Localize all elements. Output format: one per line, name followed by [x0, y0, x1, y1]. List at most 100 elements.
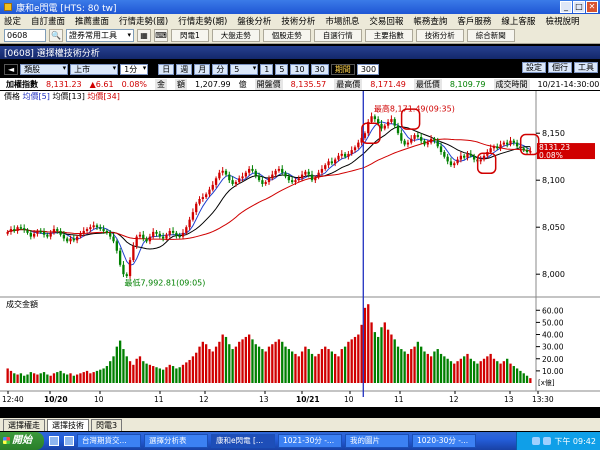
task-1020[interactable]: 1020-30分 -... [412, 434, 476, 448]
range-value-input[interactable]: 300 [356, 63, 379, 75]
candle-body [171, 230, 175, 233]
category-select[interactable]: 類股 [20, 63, 69, 75]
chart-area[interactable]: 8,150 8,100 8,050 8,000 60.00 50.00 40.00 30.00… [0, 91, 600, 407]
unit-week-button[interactable]: 週 [176, 63, 193, 75]
quicklaunch-icon[interactable] [49, 436, 59, 446]
right-buttons: 設定 個行 工具 [522, 62, 598, 73]
shortcut-button-5[interactable]: 技術分析 [415, 28, 464, 42]
candle-body [238, 178, 241, 183]
shortcut-button-2[interactable]: 個股走勢 [262, 28, 311, 42]
menu-item-10[interactable]: 客戶服務 [457, 15, 491, 27]
volume-bar [383, 322, 386, 383]
candle-body [204, 194, 208, 198]
task-pictures[interactable]: 我的圖片 [345, 434, 409, 448]
volume-bar [380, 327, 383, 383]
menu-item-9[interactable]: 帳務查詢 [413, 15, 447, 27]
candle-body [489, 148, 492, 152]
volume-bar [9, 370, 13, 383]
tab-options-trend[interactable]: 選擇權走 [3, 419, 45, 431]
volume-bar [499, 363, 502, 383]
menu-item-12[interactable]: 檢視說明 [545, 15, 579, 27]
range-10-button[interactable]: 10 [290, 63, 309, 75]
tab-options-tech[interactable]: 選擇技術 [47, 419, 89, 431]
task-app[interactable]: 康和e閃電 [... [211, 434, 275, 448]
volume-bar [79, 373, 82, 383]
volume-bar [118, 340, 122, 383]
volume-bar [66, 374, 69, 383]
task-futures[interactable]: 台灣期貨交... [77, 434, 141, 448]
volume-bar [486, 356, 489, 383]
candle-body [254, 170, 257, 176]
volume-bar [423, 351, 426, 383]
candle-body [304, 171, 307, 175]
close-button[interactable]: ✕ [586, 1, 598, 13]
volume-bar [456, 361, 459, 383]
tools-button[interactable]: 工具 [574, 62, 598, 73]
start-button[interactable]: 開始 [0, 432, 44, 450]
tab-flash3[interactable]: 閃電3 [91, 419, 123, 431]
shortcut-button-0[interactable]: 閃電1 [171, 28, 209, 42]
volume-bar [406, 353, 410, 383]
grid-icon[interactable]: ▦ [137, 28, 151, 42]
volume-bar [420, 346, 423, 383]
tray-network-icon[interactable] [532, 437, 541, 445]
unit-month-button[interactable]: 月 [194, 63, 211, 75]
candle-body [264, 182, 267, 184]
menu-item-4[interactable]: 行情走勢(期) [178, 15, 227, 27]
candle-body [82, 230, 85, 234]
menu-item-1[interactable]: 自訂畫面 [31, 15, 65, 27]
volume-bar [449, 361, 453, 383]
keyboard-icon[interactable]: ⌨ [154, 28, 168, 42]
period-select[interactable]: 1分 [120, 63, 149, 75]
volume-bar [436, 349, 439, 383]
candle-body [436, 140, 439, 147]
left-arrow-button[interactable]: ◄ [4, 63, 19, 75]
range-30-button[interactable]: 30 [310, 63, 329, 75]
tray-volume-icon[interactable] [543, 437, 552, 445]
tool-group-select[interactable]: 證券常用工具 [66, 28, 134, 42]
maximize-button[interactable]: □ [573, 1, 585, 13]
search-icon[interactable]: 🔍 [49, 28, 63, 42]
candle-body [152, 231, 155, 237]
menu-item-5[interactable]: 盤後分析 [237, 15, 271, 27]
unit-minute-button[interactable]: 分 [212, 63, 229, 75]
volume-bar [390, 334, 393, 383]
shortcut-button-3[interactable]: 自選行情 [313, 28, 362, 42]
menu-item-11[interactable]: 線上客服 [501, 15, 535, 27]
range-1-button[interactable]: 1 [260, 63, 274, 75]
task-1021[interactable]: 1021-30分 -... [278, 434, 342, 448]
x-tick-label: 12 [199, 395, 209, 404]
menu-item-0[interactable]: 設定 [4, 15, 21, 27]
range-5-button[interactable]: 5 [275, 63, 289, 75]
stock-code-input[interactable]: 0608 [4, 28, 46, 42]
volume-bar [75, 374, 79, 383]
volume-bar [241, 339, 244, 383]
candle-body [142, 234, 145, 239]
candle-body [132, 246, 135, 261]
volume-bar [310, 353, 314, 383]
shortcut-button-6[interactable]: 綜合新聞 [466, 28, 515, 42]
candlestick-chart[interactable]: 8,150 8,100 8,050 8,000 60.00 50.00 40.00 30.00… [0, 91, 600, 407]
menu-item-8[interactable]: 交易回報 [369, 15, 403, 27]
menu-item-2[interactable]: 推薦畫面 [75, 15, 109, 27]
shortcut-button-4[interactable]: 主要指數 [364, 28, 413, 42]
settings-button[interactable]: 設定 [522, 62, 546, 73]
volume-bar [327, 349, 330, 383]
task-options-table[interactable]: 選擇分析表 [144, 434, 208, 448]
amount-label: 金 [155, 78, 168, 90]
interval-select[interactable]: 5 [230, 63, 259, 75]
menu-item-7[interactable]: 市場訊息 [325, 15, 359, 27]
candle-body [317, 172, 320, 178]
unit-day-button[interactable]: 日 [158, 63, 175, 75]
volume-bar [13, 373, 16, 383]
market-select[interactable]: 上市 [70, 63, 119, 75]
menu-item-3[interactable]: 行情走勢(國) [119, 15, 168, 27]
shortcut-button-1[interactable]: 大盤走勢 [211, 28, 260, 42]
menu-item-6[interactable]: 技術分析 [281, 15, 315, 27]
minimize-button[interactable]: _ [560, 1, 572, 13]
candle-body [178, 235, 181, 238]
quicklaunch-icon-2[interactable] [64, 436, 74, 446]
candle-body [529, 151, 532, 153]
candle-body [13, 229, 16, 231]
quote-button[interactable]: 個行 [548, 62, 572, 73]
